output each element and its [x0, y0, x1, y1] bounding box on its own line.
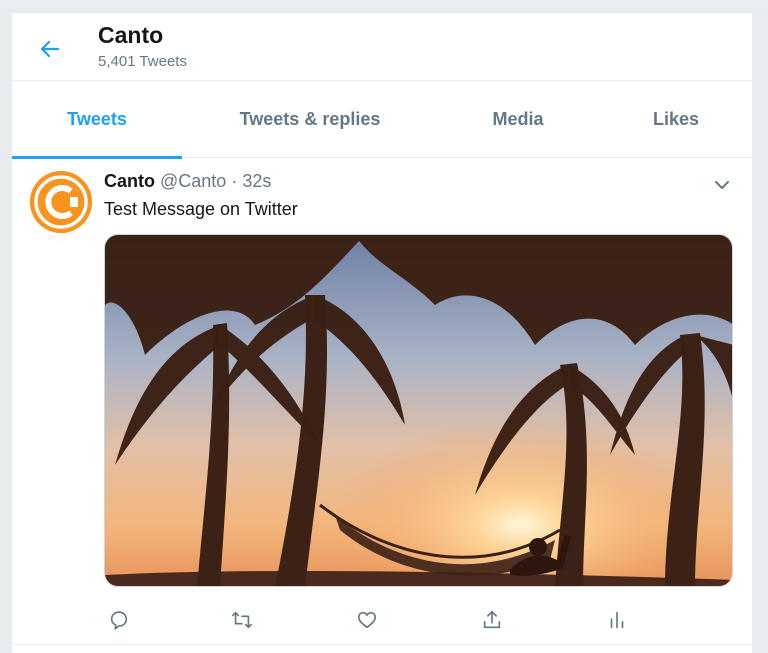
- analytics-button[interactable]: [602, 605, 632, 635]
- like-button[interactable]: [352, 605, 382, 635]
- chevron-down-icon: [715, 181, 729, 189]
- tab-media[interactable]: Media: [452, 81, 584, 158]
- reply-icon: [110, 611, 128, 630]
- profile-title: Canto: [98, 22, 164, 48]
- share-icon: [483, 610, 501, 629]
- profile-header: Canto 5,401 Tweets: [12, 13, 752, 81]
- tab-label: Tweets: [67, 109, 127, 129]
- retweet-icon: [232, 611, 252, 629]
- tweet-header: Canto @Canto · 32s: [104, 171, 271, 192]
- author-handle[interactable]: @Canto: [160, 171, 226, 191]
- arrow-left-icon: [40, 40, 60, 58]
- tab-tweets[interactable]: Tweets: [12, 81, 182, 159]
- analytics-icon: [610, 611, 624, 629]
- tweet-timestamp[interactable]: 32s: [242, 171, 271, 191]
- tweet-text: Test Message on Twitter: [104, 199, 298, 219]
- retweet-button[interactable]: [227, 605, 257, 635]
- canto-logo-icon: [30, 171, 92, 233]
- profile-panel: Canto 5,401 Tweets Tweets Tweets & repli…: [11, 12, 753, 653]
- sunset-palm-photo: [105, 235, 732, 586]
- tab-label: Tweets & replies: [239, 109, 381, 129]
- avatar[interactable]: [30, 171, 92, 233]
- tweet[interactable]: Canto @Canto · 32s Test Message on Twitt…: [12, 159, 752, 645]
- tab-tweets-and-replies[interactable]: Tweets & replies: [202, 81, 418, 158]
- back-button[interactable]: [34, 33, 66, 65]
- reply-button[interactable]: [104, 605, 134, 635]
- author-name[interactable]: Canto: [104, 171, 155, 191]
- tweet-actions: [104, 605, 644, 635]
- like-icon: [357, 611, 377, 629]
- separator-dot: ·: [231, 171, 238, 191]
- tweet-menu-button[interactable]: [710, 173, 734, 197]
- profile-tabs: Tweets Tweets & replies Media Likes: [12, 81, 752, 159]
- tweet-image[interactable]: [104, 234, 733, 587]
- tab-likes[interactable]: Likes: [612, 81, 740, 158]
- tab-label: Media: [492, 109, 544, 129]
- window-top-strip: [0, 0, 768, 8]
- share-button[interactable]: [477, 605, 507, 635]
- tweet-count: 5,401 Tweets: [98, 53, 187, 70]
- tab-label: Likes: [652, 109, 700, 129]
